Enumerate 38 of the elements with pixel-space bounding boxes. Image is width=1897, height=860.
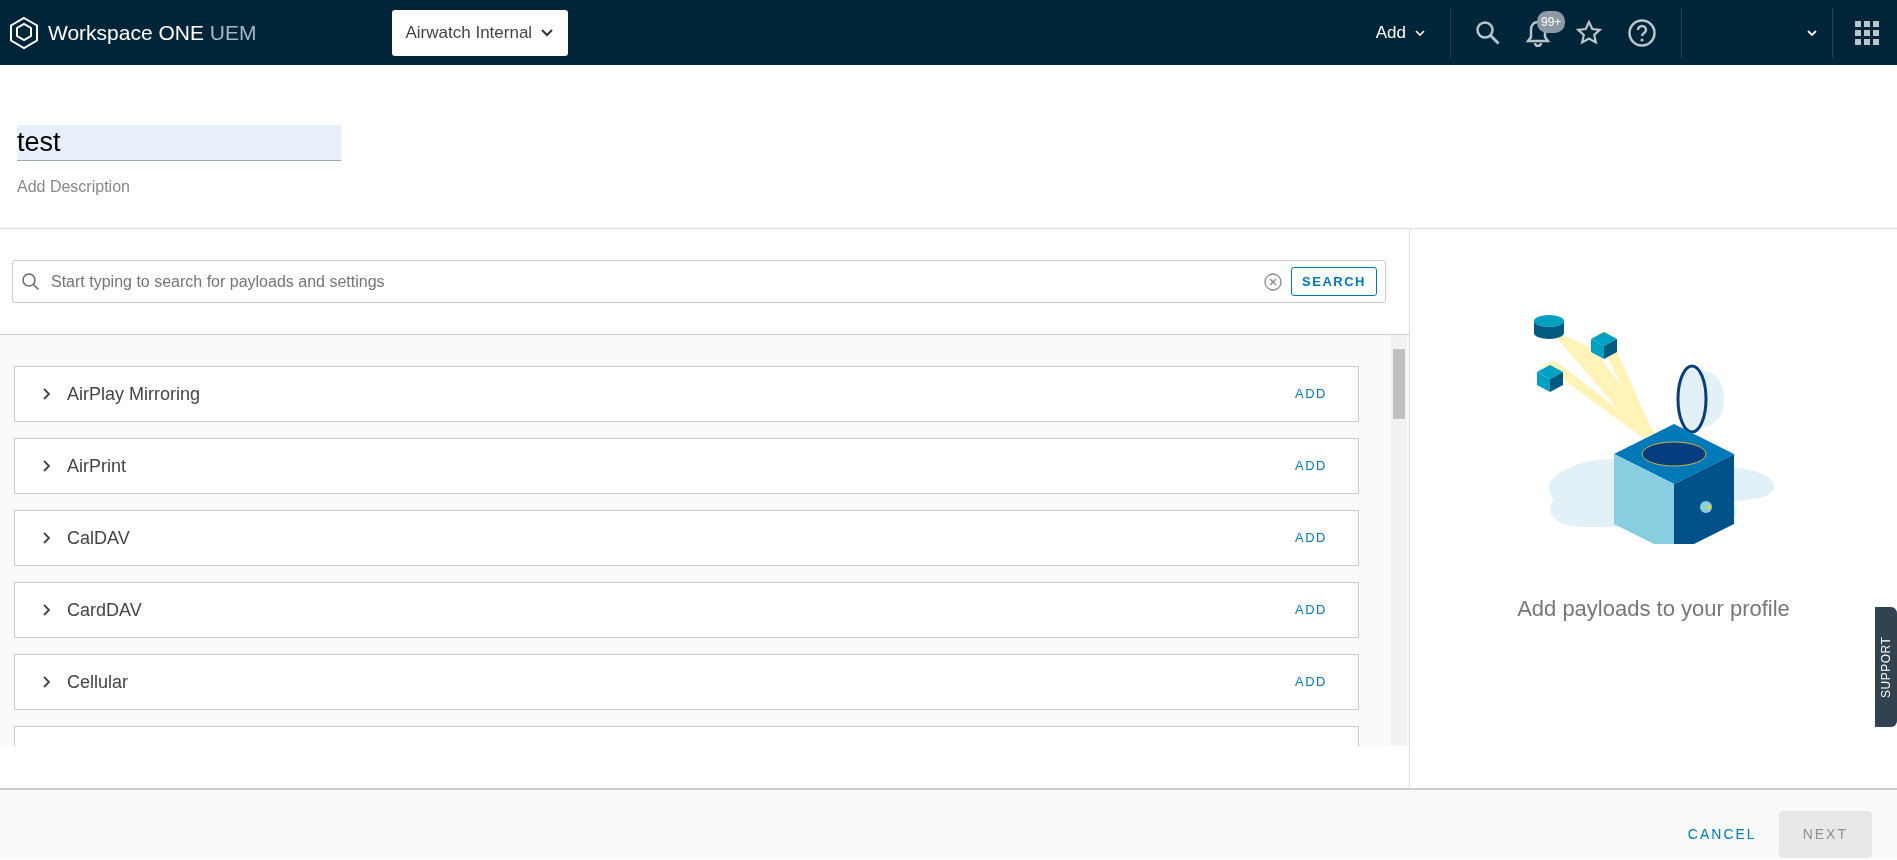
payload-row[interactable]: CalDAV ADD xyxy=(14,510,1359,566)
add-button[interactable]: ADD xyxy=(1289,383,1333,405)
search-button[interactable]: SEARCH xyxy=(1291,266,1377,297)
scrollbar[interactable] xyxy=(1391,335,1407,746)
notification-badge: 99+ xyxy=(1537,10,1566,33)
chevron-icon[interactable] xyxy=(41,531,53,545)
payload-row[interactable]: AirPrint ADD xyxy=(14,438,1359,494)
add-button[interactable]: ADD xyxy=(1289,527,1333,549)
payload-row[interactable]: AirPlay Mirroring ADD xyxy=(14,366,1359,422)
payload-row[interactable]: Cellular ADD xyxy=(14,654,1359,710)
support-tab[interactable]: SUPPORT xyxy=(1875,607,1897,727)
logo-icon xyxy=(8,15,40,50)
cancel-button[interactable]: CANCEL xyxy=(1681,823,1763,846)
profile-name-field[interactable]: test xyxy=(17,125,341,161)
payload-name: AirPrint xyxy=(67,454,127,478)
brand-name: Workspace ONE UEM xyxy=(48,19,257,46)
star-icon[interactable] xyxy=(1575,18,1603,47)
help-icon[interactable] xyxy=(1627,17,1657,48)
add-button[interactable]: ADD xyxy=(1289,455,1333,477)
chevron-icon[interactable] xyxy=(41,387,53,401)
search-icon xyxy=(21,271,41,292)
add-menu[interactable]: Add xyxy=(1375,19,1426,46)
org-selector[interactable]: Airwatch Internal xyxy=(391,9,569,56)
clear-icon[interactable] xyxy=(1263,271,1284,292)
chevron-icon[interactable] xyxy=(41,459,53,473)
payload-row[interactable]: CardDAV ADD xyxy=(14,582,1359,638)
payload-name: Cellular xyxy=(67,670,130,694)
chevron-icon[interactable] xyxy=(41,675,53,689)
app-grid-icon[interactable] xyxy=(1855,20,1879,45)
add-button[interactable]: ADD xyxy=(1289,671,1333,693)
payload-name: CardDAV xyxy=(67,598,143,622)
chevron-icon[interactable] xyxy=(41,603,53,617)
payload-name: AirPlay Mirroring xyxy=(67,382,202,406)
add-button[interactable]: ADD xyxy=(1289,599,1333,621)
search-icon[interactable] xyxy=(1475,19,1501,46)
search-field[interactable]: Start typing to search for payloads and settings SEARCH xyxy=(12,260,1386,303)
payload-name: CalDAV xyxy=(67,526,131,550)
empty-state-message: Add payloads to your profile xyxy=(1517,595,1790,623)
